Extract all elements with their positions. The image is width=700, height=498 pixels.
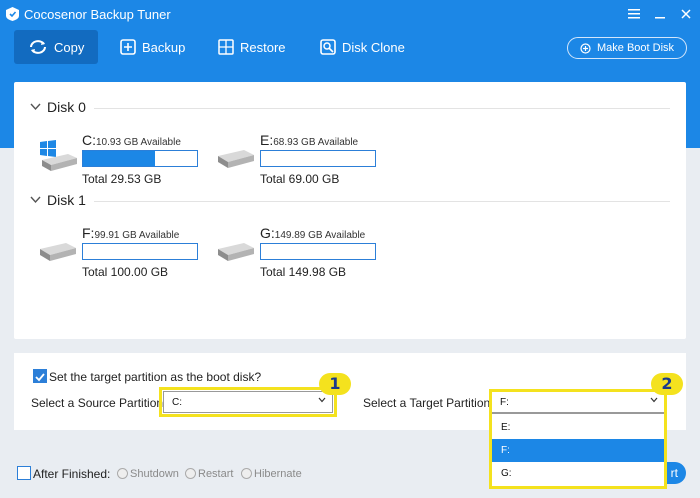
restore-label: Restore (240, 39, 286, 55)
partition-available: 99.91 GB Available (94, 230, 180, 241)
copy-sync-icon (30, 40, 46, 54)
partition-letter: E: (260, 132, 274, 148)
app-title: Cocosenor Backup Tuner (24, 7, 171, 22)
partition-g[interactable]: G:149.89 GB Available Total 149.98 GB (216, 225, 396, 281)
copy-tab[interactable]: Copy (14, 30, 98, 64)
partition-letter: F: (82, 225, 95, 241)
drive-icon (218, 150, 254, 168)
partition-available: 10.93 GB Available (96, 137, 181, 148)
copy-label: Copy (54, 39, 85, 55)
drive-icon (40, 243, 76, 261)
partition-total: Total 29.53 GB (82, 172, 162, 186)
boot-disk-label: Set the target partition as the boot dis… (49, 370, 262, 384)
usage-bar (260, 150, 376, 167)
backup-label: Backup (142, 39, 186, 55)
usage-bar (82, 150, 198, 167)
partition-letter: C: (82, 132, 96, 148)
highlight-box-2 (489, 389, 667, 489)
usage-bar (260, 243, 376, 260)
divider (94, 201, 670, 202)
hamburger-icon (628, 9, 640, 19)
checkmark-icon (35, 373, 45, 382)
disk-0-name: Disk 0 (47, 99, 86, 115)
restore-icon (218, 39, 234, 55)
disk-clone-tab[interactable]: Disk Clone (306, 30, 419, 64)
shutdown-radio[interactable] (117, 468, 128, 479)
partition-letter: G: (260, 225, 275, 241)
chevron-down-icon (30, 103, 41, 111)
boot-disk-checkbox[interactable] (33, 369, 47, 383)
partition-available: 68.93 GB Available (273, 137, 359, 148)
partition-total: Total 69.00 GB (260, 172, 340, 186)
minimize-icon (655, 17, 665, 19)
restore-tab[interactable]: Restore (204, 30, 300, 64)
drive-icon (218, 243, 254, 261)
close-button[interactable] (676, 4, 696, 24)
app-logo-icon (6, 7, 19, 21)
disk-0-header[interactable]: Disk 0 (30, 99, 86, 115)
partition-e[interactable]: E:68.93 GB Available Total 69.00 GB (216, 132, 396, 188)
divider (94, 108, 670, 109)
disk-panel: Disk 0 C:10.93 GB Available Total 29.53 … (14, 82, 686, 339)
disk-1-header[interactable]: Disk 1 (30, 192, 86, 208)
chevron-down-icon (30, 196, 41, 204)
partition-f[interactable]: F:99.91 GB Available Total 100.00 GB (38, 225, 218, 281)
backup-tab[interactable]: Backup (106, 30, 199, 64)
backup-plus-icon (120, 39, 136, 55)
after-finished-checkbox[interactable] (17, 466, 31, 480)
minimize-button[interactable] (650, 4, 670, 24)
make-boot-disk-button[interactable]: Make Boot Disk (567, 37, 687, 59)
hibernate-label: Hibernate (254, 468, 302, 480)
hibernate-radio[interactable] (241, 468, 252, 479)
disk-clone-label: Disk Clone (342, 39, 405, 55)
disk-1-name: Disk 1 (47, 192, 86, 208)
partition-total: Total 149.98 GB (260, 265, 347, 279)
partition-total: Total 100.00 GB (82, 265, 169, 279)
menu-button[interactable] (624, 4, 644, 24)
partition-c[interactable]: C:10.93 GB Available Total 29.53 GB (38, 132, 218, 188)
step-badge-2: 2 (651, 373, 683, 395)
source-partition-label: Select a Source Partition: (31, 396, 167, 410)
windows-drive-icon (40, 140, 77, 171)
boot-disk-icon (580, 42, 591, 54)
step-badge-1: 1 (319, 373, 351, 395)
restart-radio[interactable] (185, 468, 196, 479)
start-label: rt (670, 466, 678, 480)
close-icon (681, 9, 691, 19)
usage-bar (82, 243, 198, 260)
restart-label: Restart (198, 468, 234, 480)
highlight-box-1 (159, 387, 337, 417)
usage-fill (83, 151, 155, 166)
shutdown-label: Shutdown (130, 468, 179, 480)
partition-available: 149.89 GB Available (274, 230, 366, 241)
disk-clone-icon (320, 39, 336, 55)
make-boot-disk-label: Make Boot Disk (596, 42, 675, 54)
target-partition-label: Select a Target Partition: (363, 396, 494, 410)
after-finished-label: After Finished: (33, 467, 111, 481)
title-bar: Cocosenor Backup Tuner (0, 0, 700, 28)
